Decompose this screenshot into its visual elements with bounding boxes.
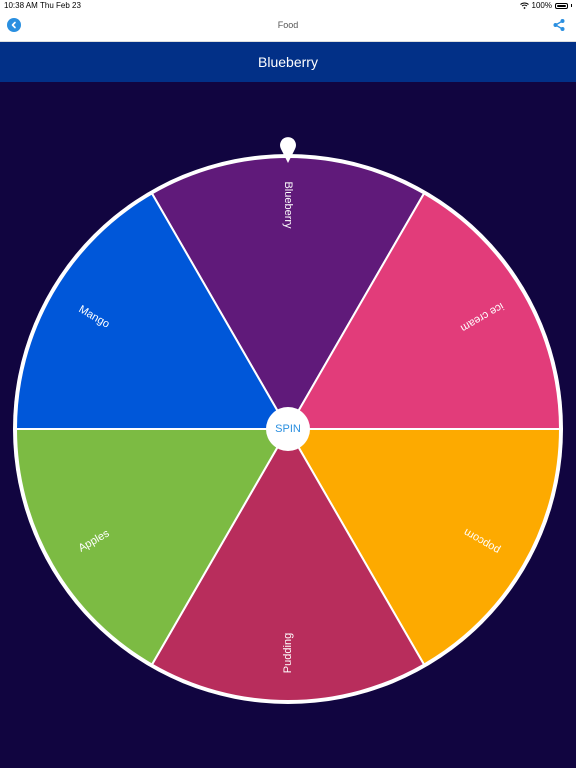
share-button[interactable] <box>552 18 566 32</box>
battery-tip <box>571 4 572 7</box>
share-icon <box>553 19 565 31</box>
result-banner: Blueberry <box>0 42 576 82</box>
spin-button-label[interactable]: SPIN <box>275 423 301 435</box>
status-right: 100% <box>519 1 572 10</box>
status-time: 10:38 AM <box>4 1 38 10</box>
wheel-segment-label: Pudding <box>282 633 294 673</box>
wheel-segment-label: Blueberry <box>282 181 294 229</box>
status-date: Thu Feb 23 <box>40 1 81 10</box>
battery-icon <box>555 2 568 9</box>
status-bar: 10:38 AM Thu Feb 23 100% <box>0 0 576 12</box>
nav-bar: Food <box>0 12 576 42</box>
battery-percent: 100% <box>531 1 552 10</box>
page-title: Food <box>277 20 299 30</box>
result-text: Blueberry <box>258 54 318 70</box>
wifi-icon <box>519 2 529 9</box>
spin-wheel[interactable]: Blueberryice creampopcornPuddingApplesMa… <box>0 82 576 768</box>
